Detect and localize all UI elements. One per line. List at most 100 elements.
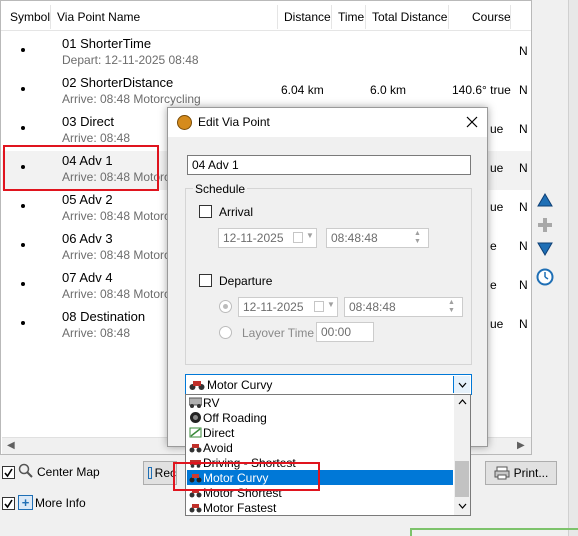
record-icon (148, 467, 152, 479)
layover-value: 00:00 (321, 325, 352, 339)
row-name: 01 ShorterTime (62, 36, 152, 51)
arrival-date-value: 12-11-2025 (223, 231, 284, 245)
motorcycle-icon (189, 381, 205, 390)
arrival-checkbox[interactable] (199, 205, 212, 218)
dropdown-scrollbar[interactable] (454, 395, 470, 515)
row-extra: N (519, 161, 528, 175)
app-icon (177, 115, 192, 130)
center-map-icon (18, 463, 34, 479)
check-icon (4, 468, 13, 478)
arrival-date-picker[interactable]: 12-11-2025 ▼ (218, 228, 317, 248)
option-avoid[interactable]: Avoid (187, 440, 453, 455)
departure-time-value: 08:48:48 (349, 300, 396, 314)
dropdown-toggle[interactable] (453, 376, 470, 393)
move-up-button[interactable] (535, 190, 555, 210)
departure-date-value: 12-11-2025 (243, 300, 304, 314)
arrival-time-picker[interactable]: 08:48:48 ▲ ▼ (326, 228, 429, 248)
center-map-label: Center Map (37, 465, 100, 479)
option-label: Off Roading (203, 410, 267, 425)
arrival-label: Arrival (219, 205, 254, 219)
option-motor-fastest[interactable]: Motor Fastest (187, 500, 453, 515)
rv-icon (189, 397, 202, 408)
spinner-icon[interactable]: ▲ ▼ (414, 230, 421, 246)
move-down-button[interactable] (535, 239, 555, 259)
col-distance-header[interactable]: Distance (278, 5, 332, 29)
chevron-down-icon[interactable] (458, 503, 467, 509)
close-icon (466, 116, 478, 128)
row-subtitle: Arrive: 08:48 (62, 131, 131, 145)
record-button[interactable]: Rec (143, 461, 177, 485)
col-time-header[interactable]: Time (332, 5, 366, 29)
row-subtitle: Arrive: 08:48 (62, 326, 131, 340)
col-course-header[interactable]: Course (449, 5, 511, 29)
row-course: ue (490, 161, 504, 175)
chevron-up-icon[interactable] (458, 399, 467, 405)
row-name: 08 Destination (62, 309, 146, 324)
clock-icon (536, 268, 554, 286)
col-symbol-header[interactable]: Symbol (1, 5, 51, 29)
chevron-down-icon (458, 382, 466, 388)
departure-checkbox[interactable] (199, 274, 212, 287)
row-extra: N (519, 83, 528, 97)
row-subtitle: Depart: 12-11-2025 08:48 (62, 53, 199, 67)
row-subtitle: Arrive: 08:48 Motorcy (62, 287, 177, 301)
tire-icon (190, 412, 201, 423)
waypoint-dot-icon (21, 243, 25, 247)
row-name: 07 Adv 4 (62, 270, 113, 285)
option-off-roading[interactable]: Off Roading (187, 410, 453, 425)
printer-icon (494, 466, 510, 480)
via-point-name-input[interactable]: 04 Adv 1 (187, 155, 471, 175)
row-extra: N (519, 122, 528, 136)
chevron-down-icon: ▼ (327, 300, 335, 309)
print-button[interactable]: Print... (485, 461, 557, 485)
row-course: e (490, 239, 497, 253)
waypoint-dot-icon (21, 282, 25, 286)
row-distance: 6.04 km (281, 83, 324, 97)
row-subtitle: Arrive: 08:48 Motorcycling (62, 92, 201, 106)
layover-input[interactable]: 00:00 (316, 322, 374, 342)
row-total-distance: 6.0 km (370, 83, 407, 97)
scroll-left-icon[interactable]: ◀ (7, 440, 15, 451)
arrival-time-value: 08:48:48 (331, 231, 378, 245)
layover-label: Layover Time (242, 326, 315, 340)
row-course: ue (490, 122, 504, 136)
waypoint-dot-icon (21, 87, 25, 91)
more-info-label: More Info (35, 496, 86, 510)
close-button[interactable] (459, 110, 485, 134)
add-button[interactable] (535, 215, 555, 235)
departure-time-picker[interactable]: 08:48:48 ▲ ▼ (344, 297, 463, 317)
scroll-thumb[interactable] (455, 461, 469, 497)
row-subtitle: Arrive: 08:48 Motorcy (62, 248, 177, 262)
option-label: Direct (203, 425, 235, 440)
col-total-distance-header[interactable]: Total Distance (366, 5, 449, 29)
departure-date-picker[interactable]: 12-11-2025 ▼ (238, 297, 338, 317)
motorcycle-icon (189, 444, 202, 453)
schedule-button[interactable] (535, 267, 555, 287)
window-edge (568, 0, 578, 536)
background-window-edge (410, 528, 578, 536)
center-map-checkbox[interactable] (2, 466, 15, 479)
calendar-icon (314, 301, 324, 312)
radio-dot-icon (223, 304, 228, 309)
option-label: Avoid (203, 440, 233, 455)
print-button-label: Print... (513, 466, 549, 480)
layover-radio[interactable] (219, 326, 232, 339)
row-extra: N (519, 317, 528, 331)
option-direct[interactable]: Direct (187, 425, 453, 440)
table-row[interactable]: 01 ShorterTime Depart: 12-11-2025 08:48 … (2, 34, 531, 73)
route-type-select[interactable]: Motor Curvy (185, 374, 472, 395)
row-name: 03 Direct (62, 114, 115, 129)
col-name-header[interactable]: Via Point Name (51, 5, 278, 29)
calendar-icon (293, 232, 303, 243)
waypoint-dot-icon (21, 48, 25, 52)
option-rv[interactable]: RV (187, 395, 453, 410)
more-info-checkbox[interactable] (2, 497, 15, 510)
dialog-titlebar: Edit Via Point (168, 108, 487, 137)
spinner-icon[interactable]: ▲ ▼ (448, 299, 455, 315)
row-extra: N (519, 200, 528, 214)
row-extra: N (519, 239, 528, 253)
route-type-dropdown-list[interactable]: RV Off Roading Direct Avoid Driving - Sh… (185, 394, 471, 516)
departure-date-radio[interactable] (219, 300, 232, 313)
scroll-right-icon[interactable]: ▶ (517, 440, 525, 451)
row-course: 140.6° true (452, 83, 511, 97)
